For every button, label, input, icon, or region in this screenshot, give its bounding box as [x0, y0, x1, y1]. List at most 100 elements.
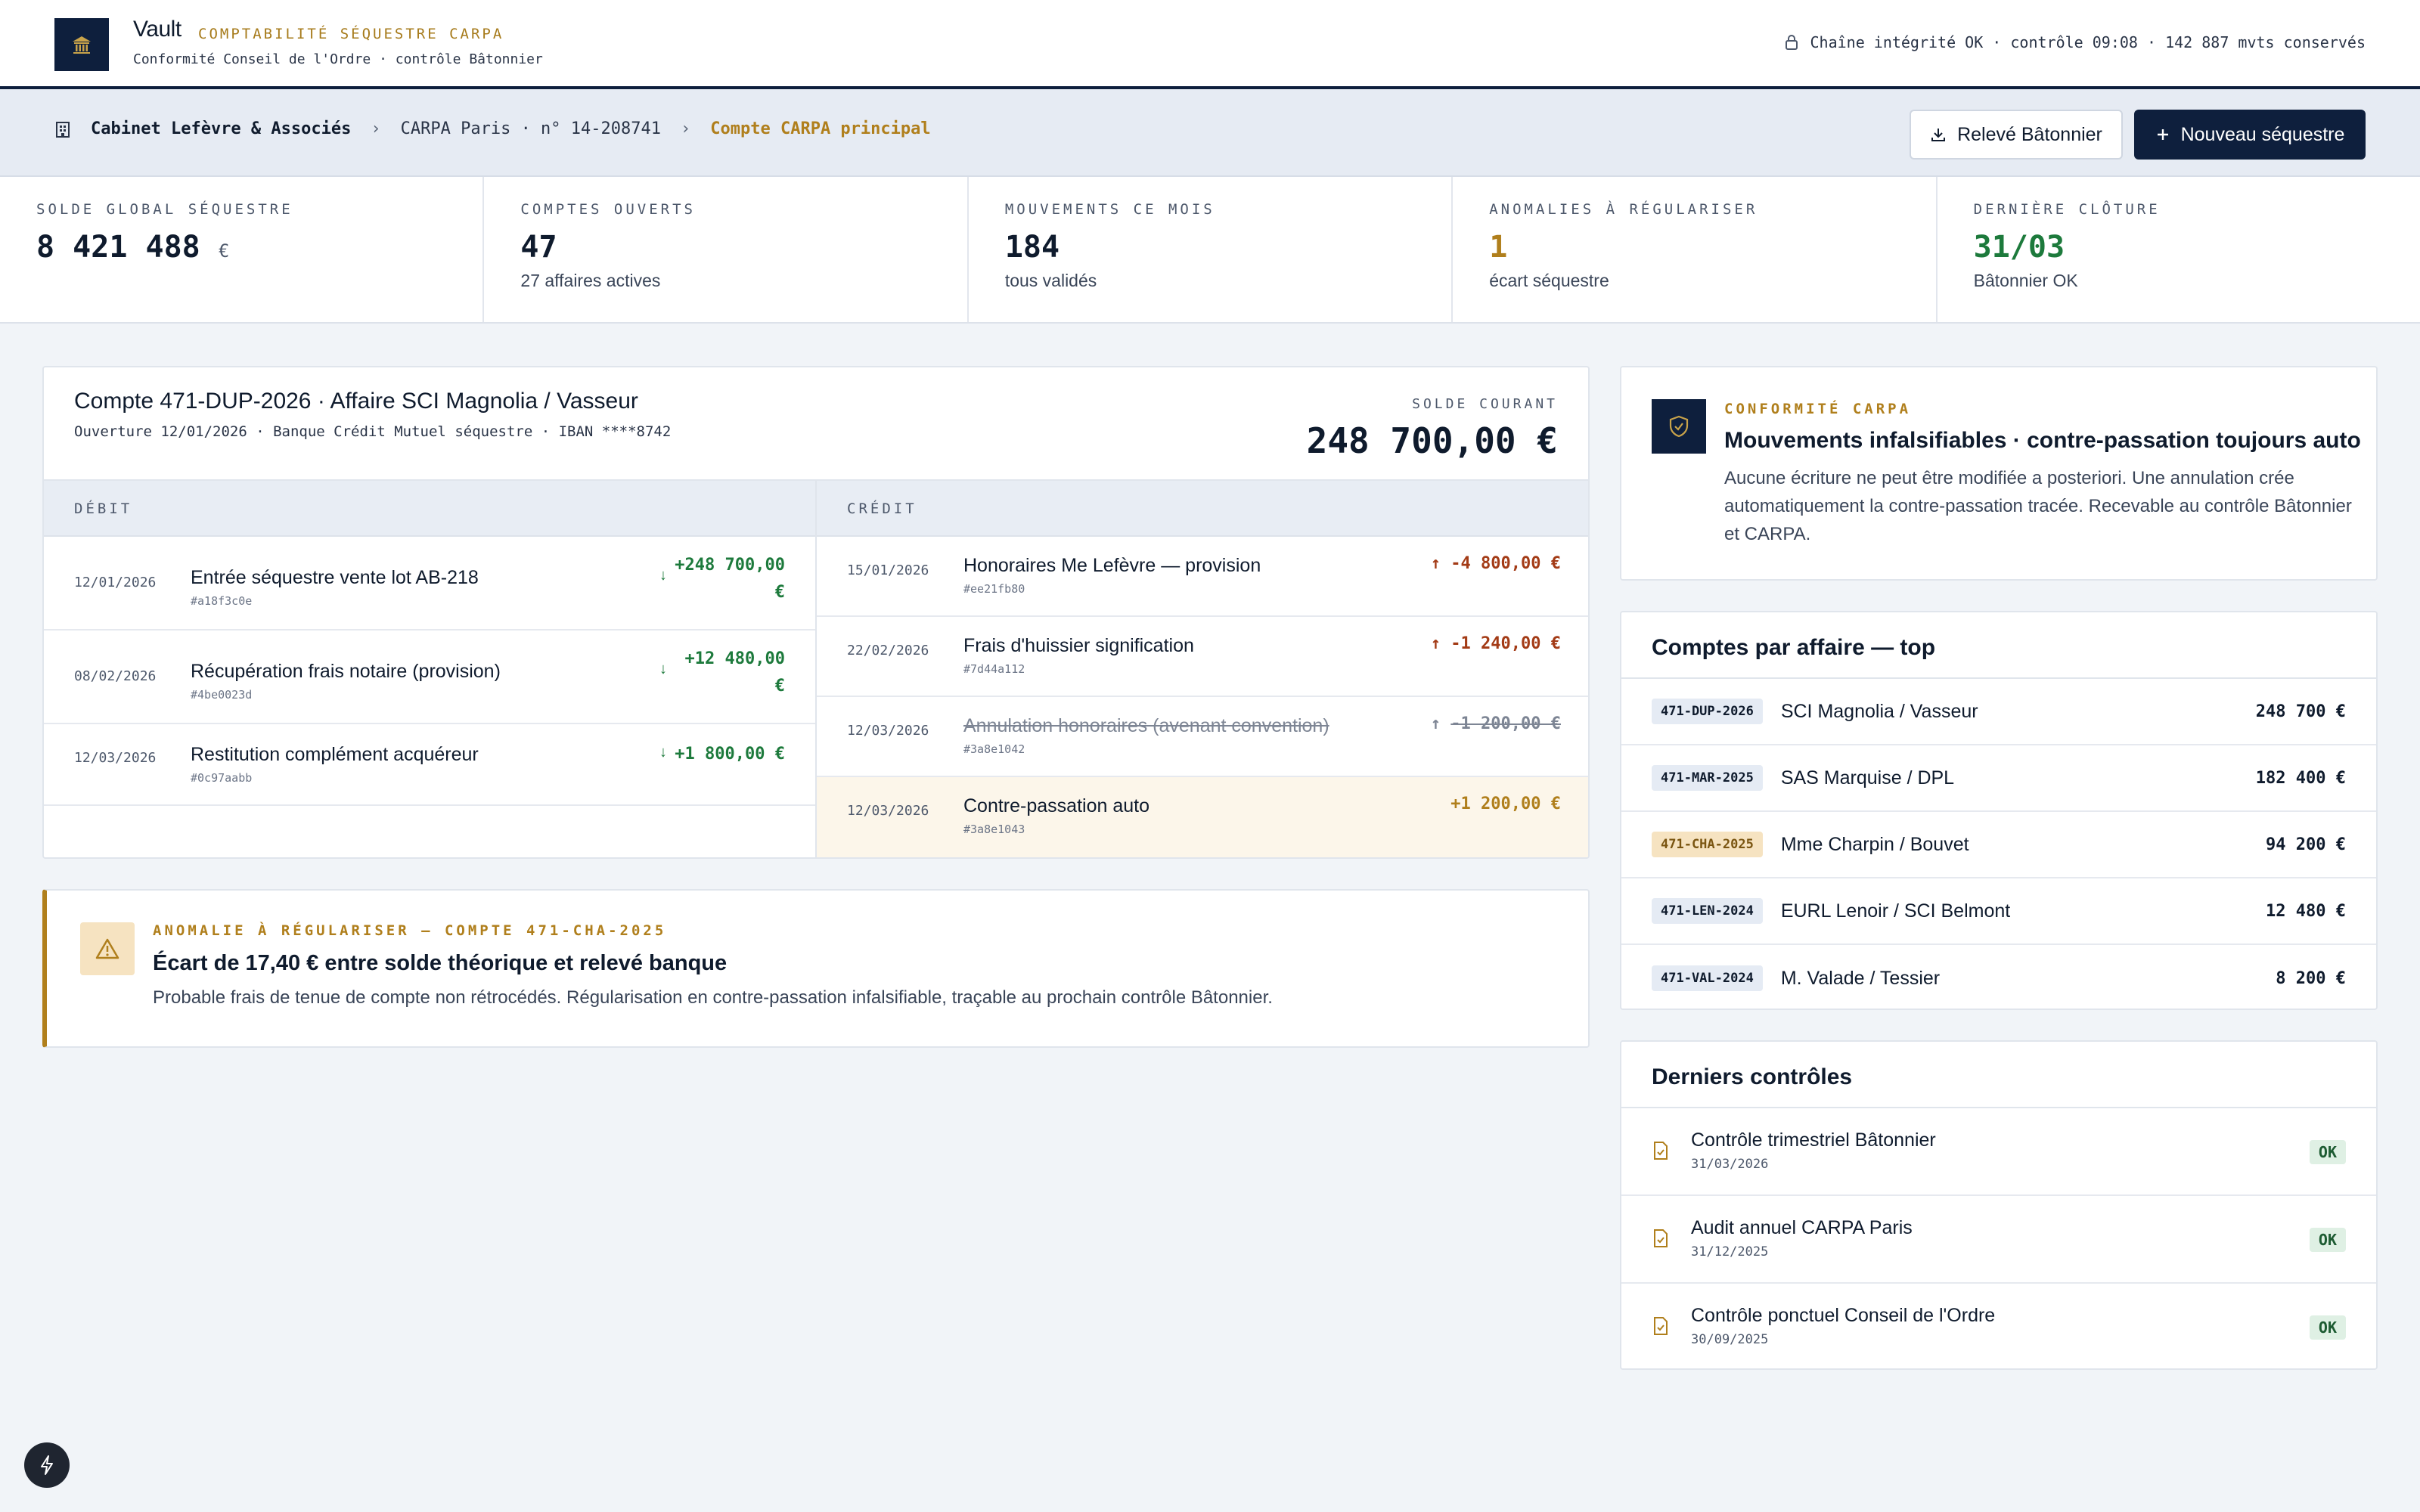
arrow-up-icon: ↑ [1430, 634, 1441, 653]
row-amount: ↑ -1 200,00 € [1431, 711, 1561, 738]
row-label: Restitution complément acquéreur [191, 744, 479, 765]
kpi-derniere-cloture: DERNIÈRE CLÔTURE 31/03 Bâtonnier OK [1938, 177, 2420, 322]
shield-icon [1652, 399, 1706, 454]
arrow-down-icon: ↓ [659, 744, 667, 761]
amount-line: € [774, 583, 785, 602]
nouveau-label: Nouveau séquestre [2180, 123, 2345, 145]
amount-line: € [774, 677, 785, 696]
controle-name: Contrôle trimestriel Bâtonnier [1691, 1129, 1936, 1151]
anomaly-title: Écart de 17,40 € entre solde théorique e… [153, 951, 728, 975]
row-hash: #0c97aabb [191, 771, 253, 785]
amount-line: +248 700,00 [675, 556, 785, 575]
breadcrumb-carpa[interactable]: CARPA Paris · n° 14-208741 [401, 119, 661, 138]
bank-logo-icon [54, 18, 109, 71]
kpi-label: MOUVEMENTS CE MOIS [1004, 201, 1215, 218]
account-subtitle: Ouverture 12/01/2026 · Banque Crédit Mut… [74, 423, 672, 440]
kpi-note: 27 affaires actives [520, 271, 661, 290]
kpi-value: 47 [520, 230, 557, 265]
kpi-note: Bâtonnier OK [1973, 271, 2078, 290]
integrity-status: Chaîne intégrité OK · contrôle 09:08 · 1… [1784, 33, 2366, 51]
row-date: 08/02/2026 [74, 668, 157, 684]
top-header: Vault COMPTABILITÉ SÉQUESTRE CARPA Confo… [0, 0, 2420, 89]
compte-item[interactable]: 471-DUP-2026 SCI Magnolia / Vasseur 248 … [1621, 679, 2376, 745]
bolt-fab-button[interactable] [24, 1442, 70, 1488]
status-badge: OK [2309, 1228, 2346, 1252]
arrow-down-icon: ↓ [659, 567, 667, 584]
anomaly-description: Probable frais de tenue de compte non ré… [153, 987, 1273, 1008]
plus-icon [2157, 129, 2168, 140]
row-date: 12/01/2026 [74, 575, 157, 590]
amount-text: -4 800,00 € [1450, 554, 1561, 573]
compte-item[interactable]: 471-LEN-2024 EURL Lenoir / SCI Belmont 1… [1621, 878, 2376, 945]
compte-name: SCI Magnolia / Vasseur [1780, 700, 1978, 722]
row-date: 12/03/2026 [847, 803, 929, 819]
document-check-icon [1654, 1142, 1668, 1160]
app-tagline: Conformité Conseil de l'Ordre · contrôle… [133, 51, 543, 67]
solde-value: 248 700,00 € [1306, 420, 1558, 461]
breadcrumb-cabinet[interactable]: Cabinet Lefèvre & Associés [91, 119, 351, 138]
kpi-solde-global: SOLDE GLOBAL SÉQUESTRE 8 421 488 € [0, 177, 485, 322]
row-amount: +1 200,00 € [1450, 795, 1561, 813]
controles-list: Contrôle trimestriel Bâtonnier 31/03/202… [1621, 1107, 2376, 1371]
conformite-tag: CONFORMITÉ CARPA [1724, 401, 1912, 417]
account-panel: Compte 471-DUP-2026 · Affaire SCI Magnol… [42, 366, 1590, 859]
breadcrumb-compte[interactable]: Compte CARPA principal [710, 119, 930, 138]
controle-date: 31/03/2026 [1691, 1157, 1769, 1172]
debit-header: DÉBIT [44, 481, 815, 537]
row-label: Récupération frais notaire (provision) [191, 661, 501, 682]
row-label: Annulation honoraires (avenant conventio… [963, 715, 1329, 736]
row-date: 12/03/2026 [74, 750, 157, 766]
lock-icon [1786, 35, 1798, 50]
kpi-label: SOLDE GLOBAL SÉQUESTRE [36, 201, 293, 218]
account-title: Compte 471-DUP-2026 · Affaire SCI Magnol… [74, 389, 638, 414]
row-hash: #3a8e1043 [963, 823, 1025, 836]
anomaly-card: ANOMALIE À RÉGULARISER — COMPTE 471-CHA-… [42, 889, 1590, 1048]
kpi-note: tous validés [1004, 271, 1097, 290]
controle-item[interactable]: Contrôle ponctuel Conseil de l'Ordre 30/… [1621, 1284, 2376, 1371]
ledger-row[interactable]: 08/02/2026 Récupération frais notaire (p… [44, 631, 815, 724]
anomaly-tag: ANOMALIE À RÉGULARISER — COMPTE 471-CHA-… [153, 922, 667, 939]
compte-code-badge: 471-CHA-2025 [1652, 832, 1763, 857]
ledger-row[interactable]: 22/02/2026 Frais d'huissier significatio… [817, 617, 1588, 697]
controle-item[interactable]: Audit annuel CARPA Paris 31/12/2025 OK [1621, 1196, 2376, 1284]
app-name: Vault [133, 17, 182, 42]
row-amount: ↑ -4 800,00 € [1431, 550, 1561, 578]
conformite-title: Mouvements infalsifiables · contre-passa… [1724, 428, 2361, 453]
releve-batonnier-button[interactable]: Relevé Bâtonnier [1910, 110, 2123, 160]
compte-item[interactable]: 471-CHA-2025 Mme Charpin / Bouvet 94 200… [1621, 812, 2376, 878]
ledger-row[interactable]: 12/03/2026 Annulation honoraires (avenan… [817, 697, 1588, 777]
controle-name: Contrôle ponctuel Conseil de l'Ordre [1691, 1305, 1996, 1326]
comptes-par-affaire: Comptes par affaire — top 471-DUP-2026 S… [1620, 611, 2378, 1010]
compte-item[interactable]: 471-MAR-2025 SAS Marquise / DPL 182 400 … [1621, 745, 2376, 812]
row-label: Frais d'huissier signification [963, 635, 1194, 656]
row-date: 22/02/2026 [847, 643, 929, 658]
row-amount: ↑ -1 240,00 € [1431, 631, 1561, 658]
compte-name: EURL Lenoir / SCI Belmont [1780, 900, 2011, 922]
controle-name: Audit annuel CARPA Paris [1691, 1217, 1913, 1238]
derniers-controles: Derniers contrôles Contrôle trimestriel … [1620, 1040, 2378, 1370]
controle-date: 30/09/2025 [1691, 1332, 1769, 1347]
ledger-row[interactable]: 12/01/2026 Entrée séquestre vente lot AB… [44, 537, 815, 631]
controle-date: 31/12/2025 [1691, 1244, 1769, 1259]
controle-item[interactable]: Contrôle trimestriel Bâtonnier 31/03/202… [1621, 1108, 2376, 1196]
compte-code-badge: 471-VAL-2024 [1652, 965, 1763, 991]
ledger-row[interactable]: 15/01/2026 Honoraires Me Lefèvre — provi… [817, 537, 1588, 617]
row-hash: #a18f3c0e [191, 594, 253, 608]
compte-amount: 8 200 € [2276, 968, 2346, 988]
ledger-row[interactable]: 12/03/2026 Contre-passation auto #3a8e10… [817, 777, 1588, 857]
kpi-mouvements: MOUVEMENTS CE MOIS 184 tous validés [969, 177, 1454, 322]
breadcrumb-bar: Cabinet Lefèvre & Associés › CARPA Paris… [0, 89, 2420, 177]
kpi-value: 8 421 488 € [36, 230, 446, 265]
kpi-label: COMPTES OUVERTS [520, 201, 696, 218]
building-icon [56, 121, 70, 138]
controles-title: Derniers contrôles [1652, 1064, 1853, 1089]
arrow-up-icon: ↑ [1430, 714, 1441, 733]
kpi-value: 1 [1489, 230, 1508, 265]
row-amount: +1 800,00 € [675, 745, 785, 764]
ledger-row[interactable]: 12/03/2026 Restitution complément acquér… [44, 724, 815, 806]
ledger: DÉBIT 12/01/2026 Entrée séquestre vente … [44, 479, 1588, 857]
compte-item[interactable]: 471-VAL-2024 M. Valade / Tessier 8 200 € [1621, 945, 2376, 1012]
amount-line: +12 480,00 [684, 649, 785, 668]
app-subtitle: COMPTABILITÉ SÉQUESTRE CARPA [198, 26, 504, 42]
nouveau-sequestre-button[interactable]: Nouveau séquestre [2134, 110, 2366, 160]
